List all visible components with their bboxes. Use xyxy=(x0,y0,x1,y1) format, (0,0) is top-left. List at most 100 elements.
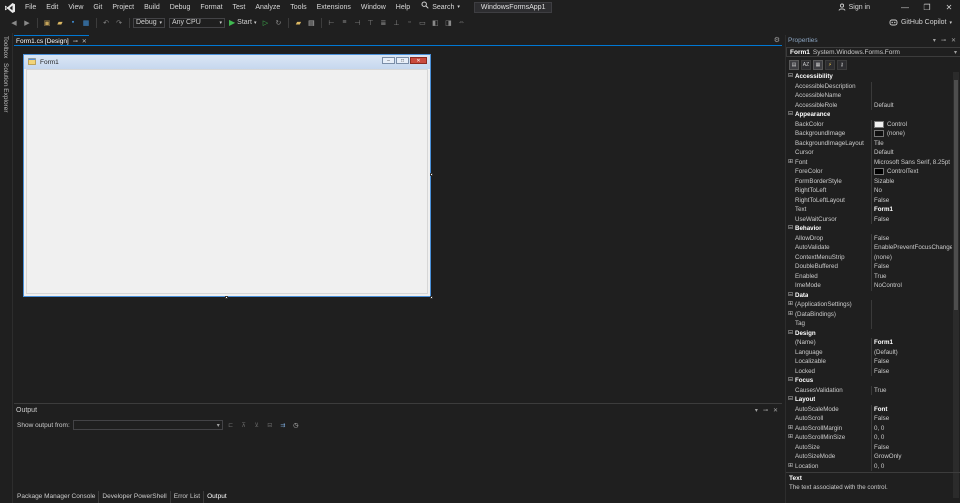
property-value-cell[interactable]: False xyxy=(871,414,952,424)
visual-studio-logo-icon[interactable] xyxy=(0,0,20,15)
property-value-cell[interactable]: Form1 xyxy=(871,338,952,348)
minimize-button[interactable]: — xyxy=(894,0,916,15)
menu-analyze[interactable]: Analyze xyxy=(250,0,285,15)
pin-icon[interactable]: ⊸ xyxy=(73,38,78,45)
property-row[interactable]: AutoValidate EnablePreventFocusChange xyxy=(786,243,952,253)
close-icon[interactable]: ✕ xyxy=(951,37,956,44)
expand-icon[interactable]: ⊞ xyxy=(786,158,795,168)
property-value-cell[interactable]: False xyxy=(871,195,952,205)
make-same-size-icon[interactable]: ▭ xyxy=(416,17,428,29)
object-selector[interactable]: Form1 System.Windows.Forms.Form ▾ xyxy=(786,47,960,57)
property-row[interactable]: Enabled True xyxy=(786,271,952,281)
output-source-dropdown[interactable]: ▾ xyxy=(72,420,223,430)
property-row[interactable]: Text Form1 xyxy=(786,205,952,215)
github-copilot-button[interactable]: GitHub Copilot ▾ xyxy=(889,15,952,30)
property-value-cell[interactable]: False xyxy=(871,366,952,376)
save-icon[interactable]: ▪ xyxy=(67,17,79,29)
resize-handle-corner[interactable] xyxy=(430,296,433,299)
property-value-cell[interactable]: (none) xyxy=(871,252,952,262)
property-value-cell[interactable]: True xyxy=(871,385,952,395)
property-value-cell[interactable] xyxy=(871,91,952,101)
property-category[interactable]: ⊟ Focus xyxy=(786,376,952,386)
menu-help[interactable]: Help xyxy=(391,0,415,15)
property-row[interactable]: ContextMenuStrip (none) xyxy=(786,252,952,262)
menu-edit[interactable]: Edit xyxy=(41,0,63,15)
property-value-cell[interactable]: False xyxy=(871,357,952,367)
menu-view[interactable]: View xyxy=(63,0,88,15)
form-titlebar[interactable]: Form1 – □ ✕ xyxy=(24,55,430,69)
property-value-cell[interactable]: True xyxy=(871,271,952,281)
start-button[interactable]: ▶ Start ▾ xyxy=(229,18,256,27)
tab-package-manager-console[interactable]: Package Manager Console xyxy=(14,491,100,503)
align-bottoms-icon[interactable]: ⊥ xyxy=(390,17,402,29)
form-designer-surface[interactable]: Form1 – □ ✕ xyxy=(14,46,781,402)
spacing-icon[interactable]: ⇔ xyxy=(455,17,467,29)
folder-icon[interactable]: ▰ xyxy=(292,17,304,29)
property-value-cell[interactable]: NoControl xyxy=(871,281,952,291)
tab-error-list[interactable]: Error List xyxy=(171,491,205,503)
property-row[interactable]: Language (Default) xyxy=(786,347,952,357)
property-row[interactable]: AutoScroll False xyxy=(786,414,952,424)
menu-file[interactable]: File xyxy=(20,0,41,15)
expand-icon[interactable]: ⊞ xyxy=(786,462,795,472)
property-value-cell[interactable]: False xyxy=(871,233,952,243)
forward-icon[interactable]: ▶ xyxy=(21,17,33,29)
property-row[interactable]: Locked False xyxy=(786,366,952,376)
expand-icon[interactable]: ⊞ xyxy=(786,424,795,434)
next-message-icon[interactable]: ⊻ xyxy=(252,420,262,430)
open-folder-icon[interactable]: ▰ xyxy=(54,17,66,29)
property-row[interactable]: ⊞ (ApplicationSettings) xyxy=(786,300,952,310)
tab-developer-powershell[interactable]: Developer PowerShell xyxy=(99,491,171,503)
clear-all-icon[interactable]: ⊟ xyxy=(265,420,275,430)
property-value-cell[interactable]: (none) xyxy=(871,129,952,139)
property-row[interactable]: Localizable False xyxy=(786,357,952,367)
scrollbar-thumb[interactable] xyxy=(954,80,958,310)
align-tops-icon[interactable]: ⊤ xyxy=(364,17,376,29)
property-value-cell[interactable] xyxy=(871,309,952,319)
menu-tools[interactable]: Tools xyxy=(285,0,311,15)
property-value-cell[interactable]: 0, 0 xyxy=(871,461,952,471)
property-value-cell[interactable]: Microsoft Sans Serif, 8.25pt xyxy=(871,157,952,167)
property-row[interactable]: BackgroundImageLayout Tile xyxy=(786,138,952,148)
back-icon[interactable]: ◀ xyxy=(8,17,20,29)
menu-project[interactable]: Project xyxy=(107,0,139,15)
property-value-cell[interactable] xyxy=(871,319,952,329)
property-grid-scrollbar[interactable] xyxy=(953,72,959,498)
sign-in-button[interactable]: Sign in xyxy=(838,3,870,13)
property-value-cell[interactable]: No xyxy=(871,186,952,196)
hot-reload-icon[interactable]: ↻ xyxy=(272,17,284,29)
property-value-cell[interactable]: False xyxy=(871,442,952,452)
property-row[interactable]: ⊞ (DataBindings) xyxy=(786,309,952,319)
property-value-cell[interactable] xyxy=(871,300,952,310)
search-box[interactable]: Search ▾ xyxy=(415,0,466,15)
properties-icon[interactable]: ▦ xyxy=(813,59,823,70)
close-icon[interactable]: ✕ xyxy=(82,38,87,45)
property-row[interactable]: Cursor Default xyxy=(786,148,952,158)
property-value-cell[interactable]: (Default) xyxy=(871,347,952,357)
property-row[interactable]: AutoSize False xyxy=(786,442,952,452)
toolbox-tab[interactable]: Toolbox xyxy=(2,36,9,58)
menu-extensions[interactable]: Extensions xyxy=(312,0,356,15)
property-row[interactable]: ForeColor ControlText xyxy=(786,167,952,177)
menu-format[interactable]: Format xyxy=(195,0,227,15)
start-without-debugging-icon[interactable]: ▷ xyxy=(259,17,271,29)
align-rights-icon[interactable]: ⊣ xyxy=(351,17,363,29)
property-row[interactable]: BackgroundImage (none) xyxy=(786,129,952,139)
menu-window[interactable]: Window xyxy=(356,0,391,15)
property-row[interactable]: CausesValidation True xyxy=(786,385,952,395)
property-category[interactable]: ⊟ Data xyxy=(786,290,952,301)
bring-to-front-icon[interactable]: ◧ xyxy=(429,17,441,29)
categorized-icon[interactable]: ▤ xyxy=(789,59,799,70)
property-value-cell[interactable]: False xyxy=(871,262,952,272)
menu-git[interactable]: Git xyxy=(88,0,107,15)
tab-list-dropdown-icon[interactable]: ⚙ xyxy=(774,36,780,44)
collapse-icon[interactable]: ⊟ xyxy=(786,291,795,301)
events-icon[interactable]: ⚡ xyxy=(825,59,835,70)
property-row[interactable]: FormBorderStyle Sizable xyxy=(786,176,952,186)
align-middles-icon[interactable]: ≣ xyxy=(377,17,389,29)
menu-build[interactable]: Build xyxy=(139,0,165,15)
chevron-down-icon[interactable]: ▾ xyxy=(755,407,758,414)
property-value-cell[interactable]: Control xyxy=(871,119,952,129)
redo-icon[interactable]: ↷ xyxy=(113,17,125,29)
property-value-cell[interactable]: Font xyxy=(871,404,952,414)
